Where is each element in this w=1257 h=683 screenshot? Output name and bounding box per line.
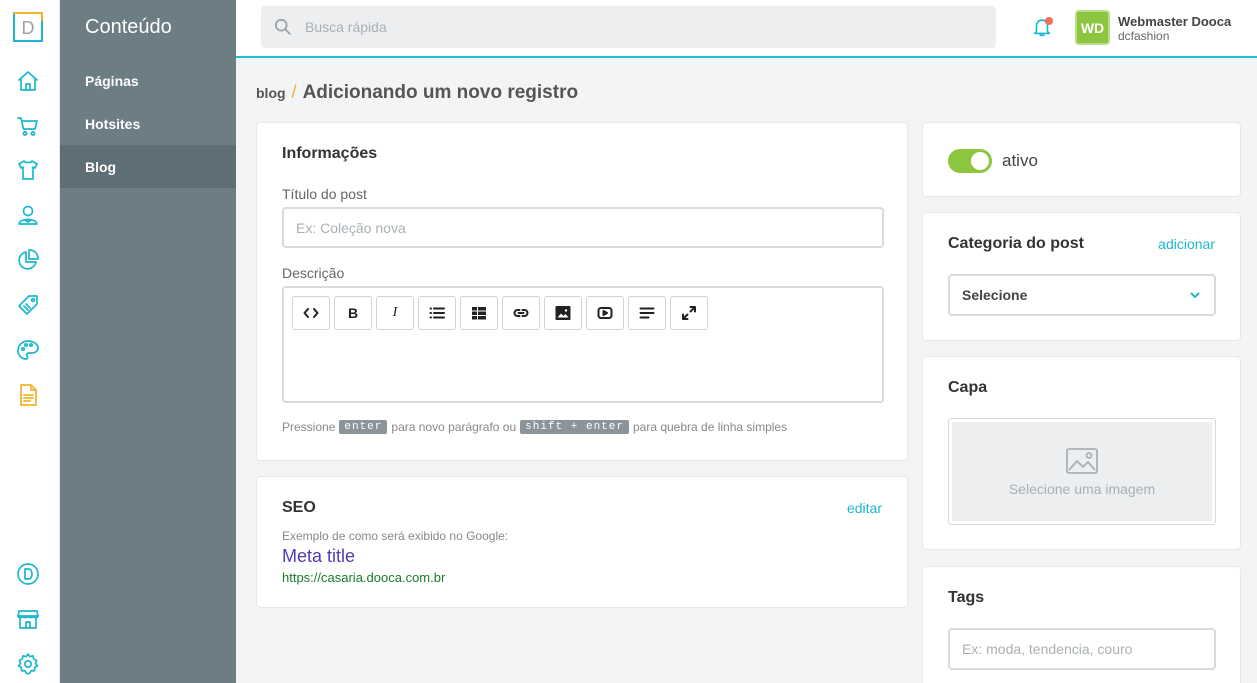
tags-input[interactable] [962, 641, 1200, 657]
search-bar[interactable] [261, 6, 996, 48]
avatar[interactable]: WD [1075, 10, 1110, 45]
seo-meta-title: Meta title [282, 546, 356, 566]
sidebar-title: Conteúdo [85, 16, 172, 38]
top-bar: WD Webmaster Dooca dcfashion [236, 0, 1257, 58]
list-button[interactable] [418, 296, 456, 330]
shirt-icon[interactable] [16, 158, 40, 182]
category-select-value: Selecione [962, 287, 1028, 303]
chart-icon[interactable] [16, 248, 40, 272]
tags-card: Tags [922, 566, 1241, 683]
cover-placeholder-text: Selecione uma imagem [1008, 480, 1156, 497]
image-button[interactable] [544, 296, 582, 330]
user-name[interactable]: Webmaster Dooca [1118, 14, 1231, 29]
bold-button[interactable]: B [334, 296, 372, 330]
active-toggle[interactable] [948, 149, 992, 173]
notifications-button[interactable] [1031, 16, 1053, 38]
category-title: Categoria do post [948, 235, 1085, 252]
tags-field[interactable] [948, 628, 1216, 670]
italic-button[interactable]: I [376, 296, 414, 330]
dooca-icon[interactable] [16, 562, 40, 586]
seo-url: https://casaria.dooca.com.br [282, 570, 446, 585]
notification-dot [1045, 17, 1053, 25]
seo-edit-link[interactable]: editar [847, 500, 882, 516]
search-input[interactable] [305, 19, 965, 35]
category-select[interactable]: Selecione [948, 274, 1216, 316]
palette-icon[interactable] [16, 338, 40, 362]
user-icon[interactable] [16, 203, 40, 227]
image-placeholder-icon [1066, 447, 1098, 474]
cover-card: Capa Selecione uma imagem [922, 356, 1241, 550]
hint-text-post: para quebra de linha simples [632, 420, 788, 434]
link-icon [513, 309, 529, 317]
tag-icon[interactable] [16, 293, 40, 317]
align-icon [639, 307, 655, 319]
list-icon [429, 307, 445, 319]
description-label: Descrição [282, 265, 345, 281]
post-title-label: Título do post [282, 186, 367, 202]
cover-image-picker[interactable]: Selecione uma imagem [948, 418, 1216, 525]
chevron-down-icon [1190, 292, 1200, 299]
dooca-logo[interactable]: D [13, 12, 43, 42]
code-icon [303, 308, 319, 318]
store-icon[interactable] [16, 607, 40, 631]
info-card: Informações Título do post Descrição B I… [256, 122, 908, 461]
video-button[interactable] [586, 296, 624, 330]
post-title-input[interactable] [296, 219, 835, 236]
cover-title: Capa [948, 379, 988, 396]
seo-title: SEO [282, 499, 316, 516]
seo-example-label: Exemplo de como será exibido no Google: [282, 529, 509, 543]
content-sidebar: Conteúdo Páginas Hotsites Blog [60, 0, 236, 683]
home-icon[interactable] [16, 69, 40, 93]
icon-rail: D [0, 0, 60, 683]
video-icon [597, 307, 613, 319]
link-button[interactable] [502, 296, 540, 330]
breadcrumb: blog / Adicionando um novo registro [256, 82, 578, 104]
hint-text-pre: Pressione [282, 420, 336, 434]
table-icon [472, 307, 486, 320]
breadcrumb-separator: / [291, 82, 297, 102]
cart-icon[interactable] [16, 114, 40, 138]
editor-toolbar: B I [292, 296, 712, 330]
fullscreen-button[interactable] [670, 296, 708, 330]
page-title: Adicionando um novo registro [302, 82, 579, 103]
search-icon [274, 18, 291, 35]
svg-text:D: D [22, 18, 35, 38]
status-card: ativo [922, 122, 1241, 197]
description-editor[interactable]: B I [282, 286, 884, 403]
code-button[interactable] [292, 296, 330, 330]
user-store: dcfashion [1118, 29, 1170, 43]
post-title-field[interactable] [282, 207, 884, 248]
key-shift-enter: shift + enter [520, 420, 629, 434]
toggle-knob [971, 152, 989, 170]
info-title: Informações [282, 145, 378, 162]
breadcrumb-parent[interactable]: blog [256, 85, 286, 101]
editor-hint: Pressione enter para novo parágrafo ou s… [282, 420, 787, 434]
align-button[interactable] [628, 296, 666, 330]
italic-icon: I [392, 305, 398, 320]
active-label: ativo [1002, 151, 1038, 170]
category-card: Categoria do post adicionar Selecione [922, 212, 1241, 341]
image-icon [555, 306, 571, 320]
sidebar-item-blog[interactable]: Blog [60, 145, 236, 188]
gear-icon[interactable] [16, 652, 40, 676]
add-category-link[interactable]: adicionar [1158, 236, 1215, 252]
seo-card: SEO editar Exemplo de como será exibido … [256, 476, 908, 608]
sidebar-item-paginas[interactable]: Páginas [60, 59, 236, 102]
table-button[interactable] [460, 296, 498, 330]
hint-text-mid: para novo parágrafo ou [391, 420, 517, 434]
bold-icon: B [347, 305, 359, 321]
sidebar-item-hotsites[interactable]: Hotsites [60, 102, 236, 145]
expand-icon [682, 306, 696, 320]
key-enter: enter [339, 420, 388, 434]
document-icon[interactable] [16, 383, 40, 407]
tags-title: Tags [948, 589, 985, 606]
